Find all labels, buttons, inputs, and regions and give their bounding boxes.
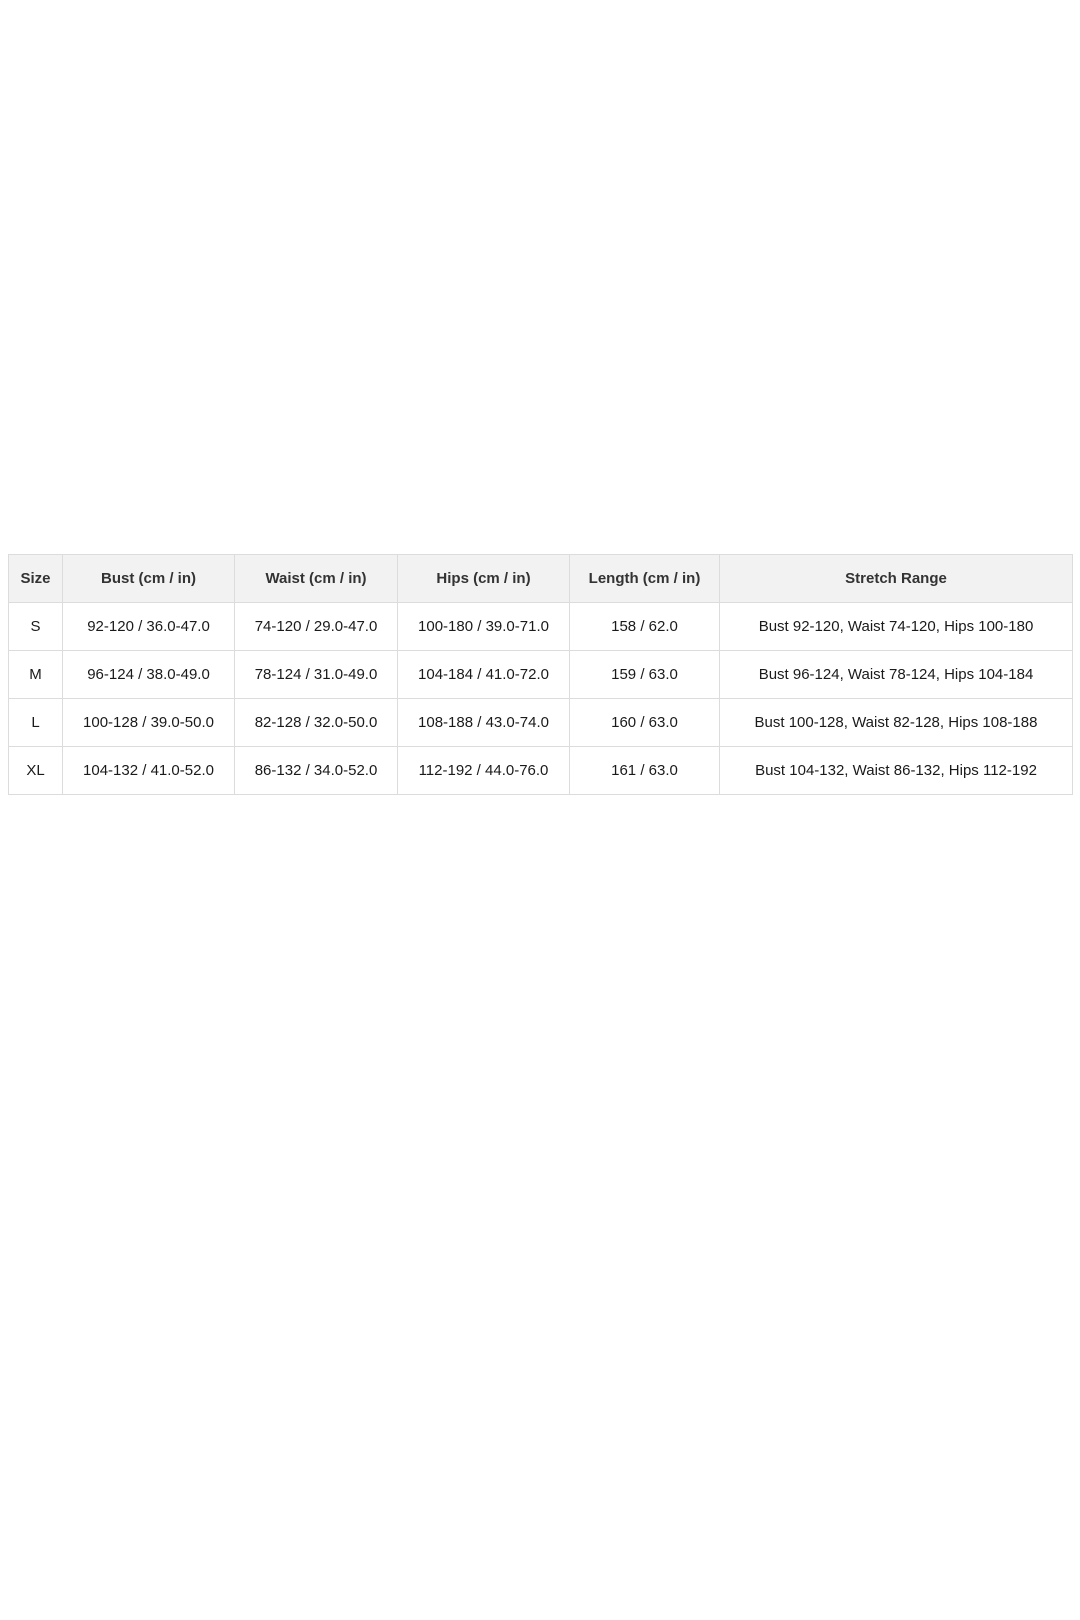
cell-hips: 100-180 / 39.0-71.0 <box>397 602 570 651</box>
header-row: Size Bust (cm / in) Waist (cm / in) Hips… <box>8 554 1073 603</box>
cell-waist: 86-132 / 34.0-52.0 <box>234 746 398 795</box>
cell-waist: 74-120 / 29.0-47.0 <box>234 602 398 651</box>
cell-stretch-range: Bust 100-128, Waist 82-128, Hips 108-188 <box>719 698 1073 747</box>
cell-bust: 104-132 / 41.0-52.0 <box>62 746 235 795</box>
cell-bust: 100-128 / 39.0-50.0 <box>62 698 235 747</box>
size-chart-header: Size Bust (cm / in) Waist (cm / in) Hips… <box>8 554 1073 603</box>
header-size: Size <box>8 554 63 603</box>
cell-waist: 82-128 / 32.0-50.0 <box>234 698 398 747</box>
cell-length: 159 / 63.0 <box>569 650 720 699</box>
cell-length: 161 / 63.0 <box>569 746 720 795</box>
size-chart-table: Size Bust (cm / in) Waist (cm / in) Hips… <box>8 554 1073 795</box>
cell-hips: 104-184 / 41.0-72.0 <box>397 650 570 699</box>
header-bust: Bust (cm / in) <box>62 554 235 603</box>
cell-bust: 92-120 / 36.0-47.0 <box>62 602 235 651</box>
header-stretch-range: Stretch Range <box>719 554 1073 603</box>
cell-hips: 112-192 / 44.0-76.0 <box>397 746 570 795</box>
cell-stretch-range: Bust 104-132, Waist 86-132, Hips 112-192 <box>719 746 1073 795</box>
table-row: M 96-124 / 38.0-49.0 78-124 / 31.0-49.0 … <box>8 650 1073 699</box>
table-row: XL 104-132 / 41.0-52.0 86-132 / 34.0-52.… <box>8 746 1073 795</box>
cell-length: 160 / 63.0 <box>569 698 720 747</box>
table-row: S 92-120 / 36.0-47.0 74-120 / 29.0-47.0 … <box>8 602 1073 651</box>
cell-stretch-range: Bust 92-120, Waist 74-120, Hips 100-180 <box>719 602 1073 651</box>
header-waist: Waist (cm / in) <box>234 554 398 603</box>
cell-bust: 96-124 / 38.0-49.0 <box>62 650 235 699</box>
cell-stretch-range: Bust 96-124, Waist 78-124, Hips 104-184 <box>719 650 1073 699</box>
cell-size: XL <box>8 746 63 795</box>
header-length: Length (cm / in) <box>569 554 720 603</box>
header-hips: Hips (cm / in) <box>397 554 570 603</box>
cell-length: 158 / 62.0 <box>569 602 720 651</box>
cell-size: S <box>8 602 63 651</box>
size-chart-body: S 92-120 / 36.0-47.0 74-120 / 29.0-47.0 … <box>8 602 1073 795</box>
cell-size: L <box>8 698 63 747</box>
cell-size: M <box>8 650 63 699</box>
table-row: L 100-128 / 39.0-50.0 82-128 / 32.0-50.0… <box>8 698 1073 747</box>
cell-waist: 78-124 / 31.0-49.0 <box>234 650 398 699</box>
cell-hips: 108-188 / 43.0-74.0 <box>397 698 570 747</box>
